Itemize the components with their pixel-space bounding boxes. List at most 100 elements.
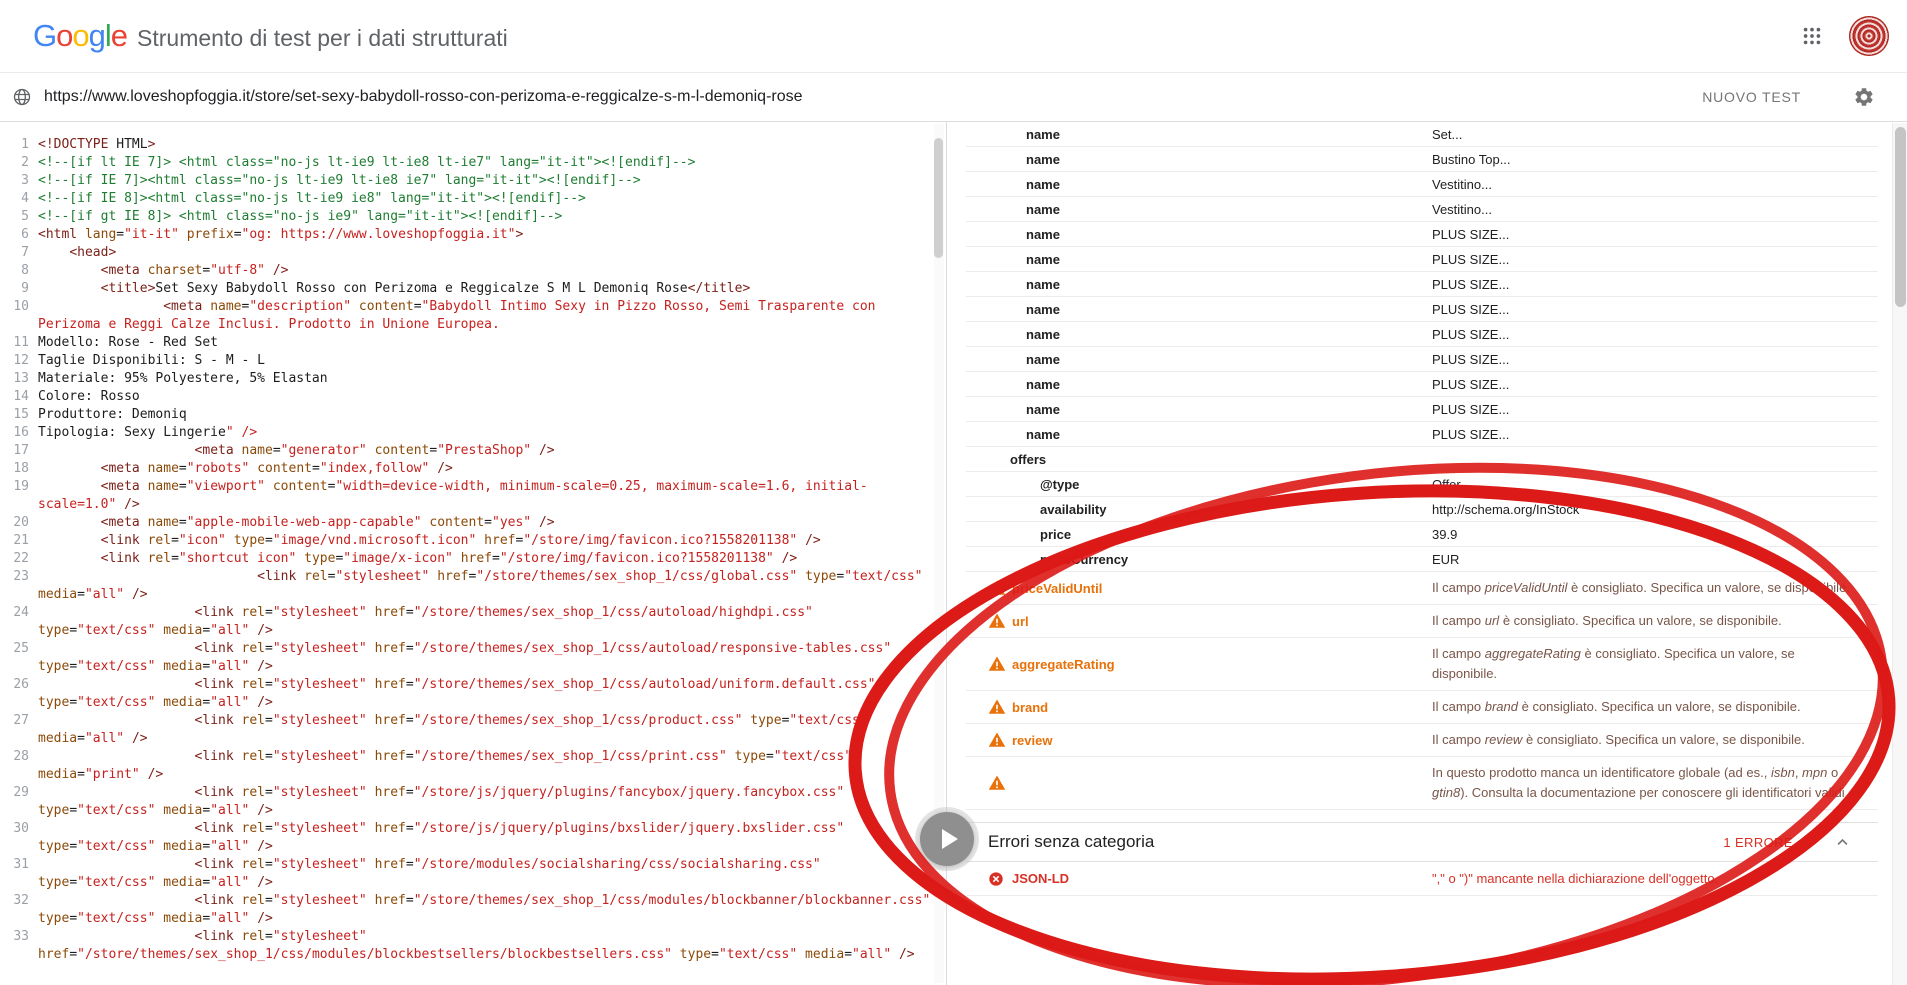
new-test-button[interactable]: NUOVO TEST	[1702, 89, 1801, 105]
line-number: 14	[0, 388, 38, 406]
property-key: name	[966, 427, 1432, 442]
property-row[interactable]: namePLUS SIZE...	[966, 397, 1878, 422]
property-row[interactable]: nameVestitino...	[966, 172, 1878, 197]
code-line: 6<html lang="it-it" prefix="og: https://…	[0, 226, 932, 244]
property-row[interactable]: priceCurrencyEUR	[966, 547, 1878, 572]
property-row[interactable]: availabilityhttp://schema.org/InStock	[966, 497, 1878, 522]
chevron-up-icon[interactable]	[1835, 835, 1850, 850]
code-line: 5<!--[if gt IE 8]> <html class="no-js ie…	[0, 208, 932, 226]
property-key: offers	[966, 452, 1432, 467]
page-scrollbar-thumb[interactable]	[1895, 127, 1906, 307]
property-value: PLUS SIZE...	[1432, 277, 1509, 292]
property-key: name	[966, 252, 1432, 267]
apps-grid-icon[interactable]	[1801, 25, 1823, 47]
tested-url[interactable]: https://www.loveshopfoggia.it/store/set-…	[44, 88, 1702, 106]
line-number: 4	[0, 190, 38, 208]
brand[interactable]: Google Strumento di test per i dati stru…	[33, 20, 508, 52]
line-number: 21	[0, 532, 38, 550]
property-value: PLUS SIZE...	[1432, 302, 1509, 317]
property-row[interactable]: namePLUS SIZE...	[966, 372, 1878, 397]
warning-row[interactable]: In questo prodotto manca un identificato…	[966, 757, 1878, 810]
code-text: <link rel="stylesheet" href="/store/them…	[38, 928, 932, 964]
property-value: PLUS SIZE...	[1432, 352, 1509, 367]
property-row[interactable]: namePLUS SIZE...	[966, 347, 1878, 372]
results-panel: nameSet...nameBustino Top...nameVestitin…	[947, 122, 1907, 985]
line-number: 5	[0, 208, 38, 226]
play-icon	[942, 829, 958, 849]
property-value: Vestitino...	[1432, 202, 1492, 217]
warning-row[interactable]: urlIl campo url è consigliato. Specifica…	[966, 605, 1878, 638]
warning-row[interactable]: priceValidUntilIl campo priceValidUntil …	[966, 572, 1878, 605]
code-text: <head>	[38, 244, 932, 262]
settings-gear-icon[interactable]	[1853, 86, 1875, 108]
property-value: http://schema.org/InStock	[1432, 502, 1579, 517]
warning-row[interactable]: reviewIl campo review è consigliato. Spe…	[966, 724, 1878, 757]
code-text: <link rel="stylesheet" href="/store/them…	[38, 676, 932, 712]
property-row[interactable]: namePLUS SIZE...	[966, 322, 1878, 347]
warning-triangle-icon	[966, 698, 1012, 716]
property-row[interactable]: namePLUS SIZE...	[966, 297, 1878, 322]
code-text: <meta charset="utf-8" />	[38, 262, 932, 280]
property-row[interactable]: nameBustino Top...	[966, 147, 1878, 172]
property-key: priceCurrency	[966, 552, 1432, 567]
line-number: 13	[0, 370, 38, 388]
line-number: 31	[0, 856, 38, 892]
warning-row[interactable]: aggregateRatingIl campo aggregateRating …	[966, 638, 1878, 691]
code-line: 3<!--[if IE 7]><html class="no-js lt-ie9…	[0, 172, 932, 190]
property-row[interactable]: nameSet...	[966, 122, 1878, 147]
property-row[interactable]: namePLUS SIZE...	[966, 422, 1878, 447]
property-row[interactable]: namePLUS SIZE...	[966, 222, 1878, 247]
warning-message: In questo prodotto manca un identificato…	[1432, 763, 1852, 803]
property-row[interactable]: @typeOffer	[966, 472, 1878, 497]
source-code-panel[interactable]: 1<!DOCTYPE HTML>2<!--[if lt IE 7]> <html…	[0, 122, 947, 985]
app-header: Google Strumento di test per i dati stru…	[0, 0, 1907, 73]
code-text: <title>Set Sexy Babydoll Rosso con Periz…	[38, 280, 932, 298]
code-line: 29 <link rel="stylesheet" href="/store/j…	[0, 784, 932, 820]
run-test-button[interactable]	[920, 812, 974, 866]
property-value: PLUS SIZE...	[1432, 227, 1509, 242]
warning-field-name: review	[1012, 733, 1432, 748]
line-number: 1	[0, 136, 38, 154]
code-text: <link rel="stylesheet" href="/store/js/j…	[38, 784, 932, 820]
warning-triangle-icon	[966, 655, 1012, 673]
code-line: 18 <meta name="robots" content="index,fo…	[0, 460, 932, 478]
warning-field-name: url	[1012, 614, 1432, 629]
property-value: Set...	[1432, 127, 1462, 142]
code-line: 21 <link rel="icon" type="image/vnd.micr…	[0, 532, 932, 550]
avatar[interactable]	[1849, 16, 1889, 56]
code-text: <!--[if gt IE 8]> <html class="no-js ie9…	[38, 208, 932, 226]
code-scrollbar-thumb[interactable]	[934, 138, 943, 258]
code-text: <link rel="stylesheet" href="/store/them…	[38, 748, 932, 784]
line-number: 16	[0, 424, 38, 442]
code-line: 9 <title>Set Sexy Babydoll Rosso con Per…	[0, 280, 932, 298]
line-number: 6	[0, 226, 38, 244]
code-line: 27 <link rel="stylesheet" href="/store/t…	[0, 712, 932, 748]
error-row[interactable]: JSON-LD"," o ")" mancante nella dichiara…	[966, 862, 1878, 896]
code-text: <meta name="apple-mobile-web-app-capable…	[38, 514, 932, 532]
property-key: name	[966, 127, 1432, 142]
url-toolbar-actions: NUOVO TEST	[1702, 86, 1875, 108]
code-text: <link rel="stylesheet" href="/store/them…	[38, 892, 932, 928]
code-text: <meta name="description" content="Babydo…	[38, 298, 932, 334]
warning-triangle-icon	[966, 774, 1012, 792]
code-text: <link rel="stylesheet" href="/store/them…	[38, 568, 932, 604]
property-row[interactable]: price39.9	[966, 522, 1878, 547]
line-number: 7	[0, 244, 38, 262]
warning-message: Il campo url è consigliato. Specifica un…	[1432, 611, 1782, 631]
uncategorized-errors-section-header[interactable]: Errori senza categoria 1 ERRORE	[966, 822, 1878, 862]
warning-field-name: brand	[1012, 700, 1432, 715]
property-row[interactable]: offers	[966, 447, 1878, 472]
line-number: 3	[0, 172, 38, 190]
code-line: 7 <head>	[0, 244, 932, 262]
line-number: 17	[0, 442, 38, 460]
property-key: name	[966, 302, 1432, 317]
property-value: 39.9	[1432, 527, 1457, 542]
warning-row[interactable]: brandIl campo brand è consigliato. Speci…	[966, 691, 1878, 724]
code-line: 15Produttore: Demoniq	[0, 406, 932, 424]
property-row[interactable]: namePLUS SIZE...	[966, 247, 1878, 272]
property-row[interactable]: nameVestitino...	[966, 197, 1878, 222]
code-line: 33 <link rel="stylesheet" href="/store/t…	[0, 928, 932, 964]
code-line: 20 <meta name="apple-mobile-web-app-capa…	[0, 514, 932, 532]
property-value: PLUS SIZE...	[1432, 427, 1509, 442]
property-row[interactable]: namePLUS SIZE...	[966, 272, 1878, 297]
